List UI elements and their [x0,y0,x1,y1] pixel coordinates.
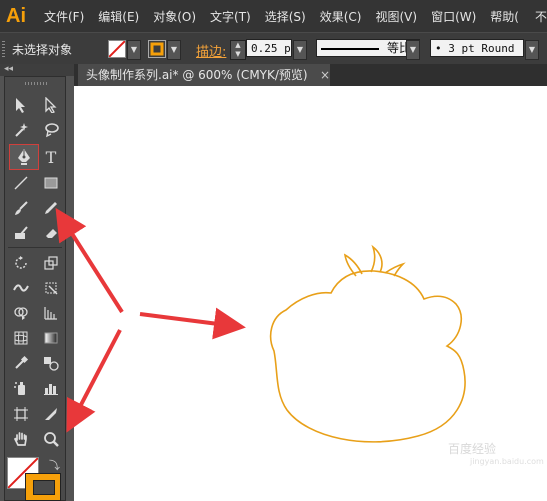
stroke-color-box[interactable] [25,473,61,501]
head-outline [269,270,466,443]
type-tool-icon[interactable]: T [39,146,63,168]
menu-edit[interactable]: 编辑(E) [98,8,139,25]
pen-tool-icon[interactable] [9,144,39,170]
width-tool-icon[interactable] [9,277,33,299]
stroke-color-icon [150,42,164,56]
document-tab[interactable]: 头像制作系列.ai* @ 600% (CMYK/预览) × [78,64,330,86]
magic-wand-tool-icon[interactable] [9,119,33,141]
close-tab-icon[interactable]: × [320,64,330,86]
selection-status: 未选择对象 [12,43,73,57]
fill-dropdown[interactable]: ▼ [127,40,141,60]
tools-panel-header: ◂◂ [0,64,74,76]
pencil-tool-icon[interactable] [39,197,63,219]
column-graph-tool-icon[interactable] [39,377,63,399]
selection-tool-icon[interactable] [9,94,33,116]
free-transform-tool-icon[interactable] [39,277,63,299]
hair-tuft-middle [370,244,383,273]
shape-builder-tool-icon[interactable] [9,302,33,324]
stroke-weight-label[interactable]: 描边: [196,41,226,60]
watermark: 百度经验 [448,442,497,456]
none-fill-icon [108,40,126,58]
app-logo: Ai [6,4,26,27]
tools-panel: ◂◂ T ⤵ [0,64,74,501]
blend-tool-icon[interactable] [39,352,63,374]
eyedropper-tool-icon[interactable] [9,352,33,374]
lasso-tool-icon[interactable] [39,119,63,141]
watermark-url: jingyan.baidu.com [470,457,544,466]
document-tab-title: 头像制作系列.ai* @ 600% (CMYK/预览) [86,68,308,82]
stroke-dropdown[interactable]: ▼ [167,40,181,60]
toolbox: T ⤵ [4,76,66,501]
scale-tool-icon[interactable] [39,252,63,274]
menu-window[interactable]: 窗口(W) [431,8,476,25]
menu-help[interactable]: 帮助( [490,8,519,25]
menu-overflow[interactable]: 不 [535,8,547,25]
menu-view[interactable]: 视图(V) [375,8,417,25]
menu-type[interactable]: 文字(T) [210,8,251,25]
fill-swatch[interactable] [108,40,126,58]
hand-tool-icon[interactable] [9,428,33,450]
menu-object[interactable]: 对象(O) [153,8,196,25]
variable-width-profile[interactable]: 等比 [316,39,420,57]
brush-definition-dropdown[interactable]: ▼ [525,40,539,60]
stroke-weight-input[interactable]: 0.25 p [246,39,292,57]
eraser-tool-icon[interactable] [39,222,63,244]
toolbox-grip[interactable] [25,82,47,85]
stroke-weight-spinner[interactable]: ▲ ▼ [230,40,246,60]
paintbrush-tool-icon[interactable] [9,197,33,219]
zoom-tool-icon[interactable] [39,428,63,450]
artboard-canvas[interactable] [74,86,547,501]
document-tab-bar: 头像制作系列.ai* @ 600% (CMYK/预览) × [74,64,547,86]
menu-file[interactable]: 文件(F) [44,8,84,25]
direct-selection-tool-icon[interactable] [39,94,63,116]
stroke-color-inner [33,480,55,495]
control-bar: 未选择对象 ▼ ▼ 描边: ▲ ▼ 0.25 p ▼ 等比 ▼ • 3 pt Ro… [0,32,547,66]
collapse-panel-icon[interactable]: ◂◂ [4,64,13,74]
stroke-swatch[interactable] [148,40,166,58]
swap-fill-stroke-icon[interactable]: ⤵ [49,457,60,473]
symbol-sprayer-tool-icon[interactable] [9,377,33,399]
menu-bar: Ai 文件(F) 编辑(E) 对象(O) 文字(T) 选择(S) 效果(C) 视… [0,0,547,32]
artboard-tool-icon[interactable] [9,403,33,425]
gradient-tool-icon[interactable] [39,327,63,349]
mesh-tool-icon[interactable] [9,327,33,349]
stroke-profile-line [321,48,379,50]
perspective-grid-tool-icon[interactable] [39,302,63,324]
hair-tuft-left [343,253,363,277]
stroke-weight-dropdown[interactable]: ▼ [293,40,307,60]
rectangle-tool-icon[interactable] [39,172,63,194]
blob-brush-tool-icon[interactable] [9,222,33,244]
menu-select[interactable]: 选择(S) [265,8,306,25]
canvas-drawing [269,244,466,443]
rotate-tool-icon[interactable] [9,252,33,274]
slice-tool-icon[interactable] [39,403,63,425]
panel-grip[interactable] [2,41,5,57]
menu-effect[interactable]: 效果(C) [320,8,362,25]
line-segment-tool-icon[interactable] [9,172,33,194]
brush-definition-field[interactable]: • 3 pt Round [430,39,524,57]
stroke-profile-dropdown[interactable]: ▼ [406,40,420,60]
toolbox-divider [8,247,62,248]
